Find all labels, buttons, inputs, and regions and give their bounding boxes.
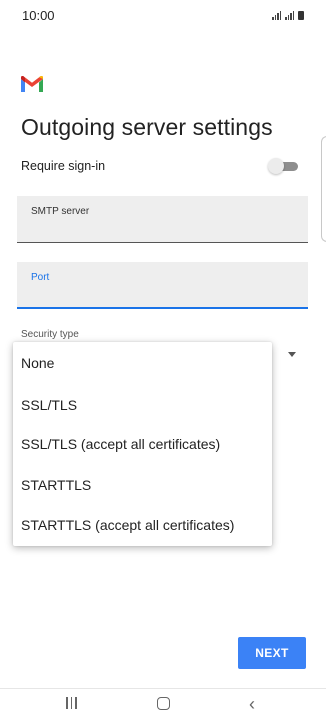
battery-icon [298, 11, 304, 20]
toggle-thumb [268, 158, 284, 174]
next-button[interactable]: NEXT [238, 637, 306, 669]
dropdown-option-starttls-accept-all[interactable]: STARTTLS (accept all certificates) [21, 517, 234, 533]
gmail-logo-icon [21, 76, 43, 92]
back-icon[interactable]: ‹ [249, 694, 255, 715]
dropdown-option-starttls[interactable]: STARTTLS [21, 477, 91, 493]
dropdown-arrow-icon[interactable] [288, 352, 296, 357]
security-type-dropdown: None SSL/TLS SSL/TLS (accept all certifi… [13, 342, 272, 546]
status-time: 10:00 [22, 8, 55, 23]
port-field[interactable]: Port [17, 262, 308, 309]
security-type-label: Security type [21, 329, 79, 340]
port-label: Port [31, 272, 50, 283]
require-signin-label: Require sign-in [21, 159, 106, 173]
signal-icon [272, 11, 281, 20]
smtp-server-field[interactable]: SMTP server [17, 196, 308, 243]
dropdown-option-ssl-tls[interactable]: SSL/TLS [21, 397, 77, 413]
page-title: Outgoing server settings [21, 114, 273, 140]
smtp-server-label: SMTP server [31, 206, 90, 217]
home-icon[interactable] [157, 697, 170, 710]
dropdown-option-ssl-tls-accept-all[interactable]: SSL/TLS (accept all certificates) [21, 436, 220, 452]
signal-icon [285, 11, 294, 20]
dropdown-option-none[interactable]: None [21, 355, 54, 371]
status-icons [272, 8, 304, 20]
edge-panel-handle[interactable] [321, 136, 326, 242]
require-signin-toggle[interactable] [268, 158, 298, 174]
recent-apps-icon[interactable] [66, 697, 77, 709]
